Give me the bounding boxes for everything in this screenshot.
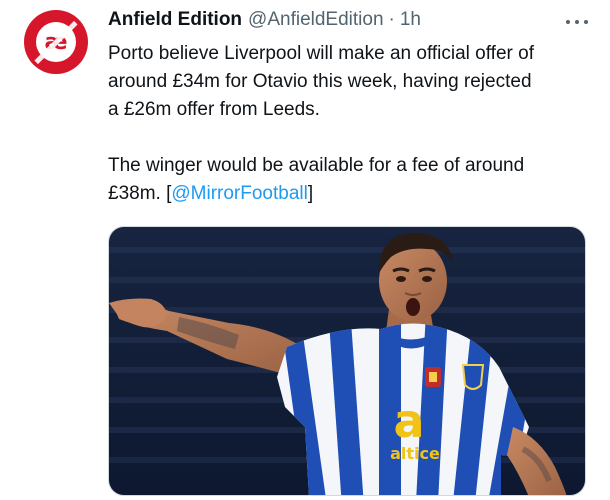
tweet-card[interactable]: æ Anfield Edition @AnfieldEdition · 1h P… [0, 0, 610, 500]
tweet-media-photo[interactable]: a altice [108, 226, 586, 496]
display-name[interactable]: Anfield Edition [108, 9, 242, 31]
timestamp[interactable]: 1h [400, 9, 421, 31]
user-handle[interactable]: @AnfieldEdition [248, 9, 383, 31]
tweet-text-line: a £26m offer from Leeds. [108, 99, 320, 120]
tweet-header: Anfield Edition @AnfieldEdition · 1h [108, 9, 421, 35]
tweet-text-line: Porto believe Liverpool will make an off… [108, 43, 534, 64]
svg-text:a: a [393, 394, 424, 448]
sponsor-text: altice [390, 444, 440, 463]
more-horizontal-icon-dot [575, 20, 579, 24]
tweet-text-line: The winger would be available for a fee … [108, 155, 525, 176]
tweet-text-line: around £34m for Otavio this week, having… [108, 71, 532, 92]
mention-link[interactable]: @MirrorFootball [171, 183, 307, 204]
more-horizontal-icon-dot [584, 20, 588, 24]
text-suffix: ] [307, 183, 314, 204]
tweet-text: Porto believe Liverpool will make an off… [108, 40, 588, 208]
more-horizontal-icon [566, 20, 570, 24]
separator-dot: · [388, 9, 395, 30]
tweet-text-line: £38m. [@MirrorFootball] [108, 180, 588, 208]
player-photo: a altice [109, 227, 585, 495]
text-prefix: £38m. [ [108, 183, 172, 204]
avatar[interactable]: æ [24, 10, 88, 74]
more-options-button[interactable] [566, 12, 588, 32]
